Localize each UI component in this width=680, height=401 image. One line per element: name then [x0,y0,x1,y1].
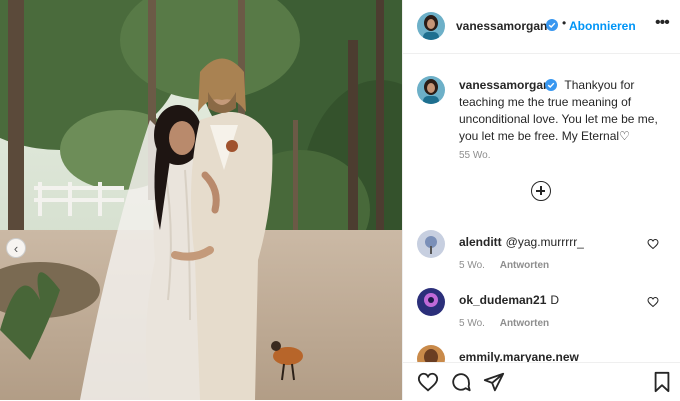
caption-timestamp: 55 Wo. [459,150,491,161]
bookmark-icon[interactable] [651,371,673,393]
wedding-photo [0,0,402,400]
verified-badge-icon [545,79,557,91]
post-action-bar [403,362,680,400]
verified-badge-icon [546,19,558,31]
paper-plane-icon[interactable] [483,371,505,393]
comment-username[interactable]: alenditt [459,235,502,249]
separator-dot: • [562,16,567,30]
post-caption: vanessamorgan Thankyou for teaching me th… [459,77,667,145]
caption-username[interactable]: vanessamorgan [459,78,550,92]
comment-timestamp: 5 Wo. [459,260,485,271]
more-options-icon[interactable]: ••• [655,14,670,32]
post-header: vanessamorgan • Abonnieren ••• [403,0,680,54]
post-photo[interactable]: ‹ [0,0,402,400]
comment-icon[interactable] [450,371,472,393]
reply-button[interactable]: Antworten [500,260,549,271]
caption-avatar[interactable] [417,76,445,104]
comment-item: ok_dudeman21 D 5 Wo. Antworten [403,288,680,344]
comment-text: D [550,293,560,307]
heart-icon[interactable] [417,371,439,393]
post-side-panel: vanessamorgan • Abonnieren ••• vanessamo… [402,0,680,400]
comment-text: @yag.murrrrr_ [505,235,584,249]
heart-icon[interactable] [647,296,659,308]
heart-icon[interactable] [647,238,659,250]
comment-item: alenditt @yag.murrrrr_ 5 Wo. Antworten [403,230,680,286]
avatar[interactable] [417,230,445,258]
chevron-left-icon: ‹ [13,240,19,256]
load-more-comments-button[interactable] [531,181,551,201]
avatar[interactable] [417,12,445,40]
header-username[interactable]: vanessamorgan [456,19,547,33]
previous-photo-button[interactable]: ‹ [6,238,26,258]
follow-button[interactable]: Abonnieren [569,19,636,33]
comment-timestamp: 5 Wo. [459,318,485,329]
comment-username[interactable]: ok_dudeman21 [459,293,546,307]
avatar[interactable] [417,288,445,316]
reply-button[interactable]: Antworten [500,318,549,329]
